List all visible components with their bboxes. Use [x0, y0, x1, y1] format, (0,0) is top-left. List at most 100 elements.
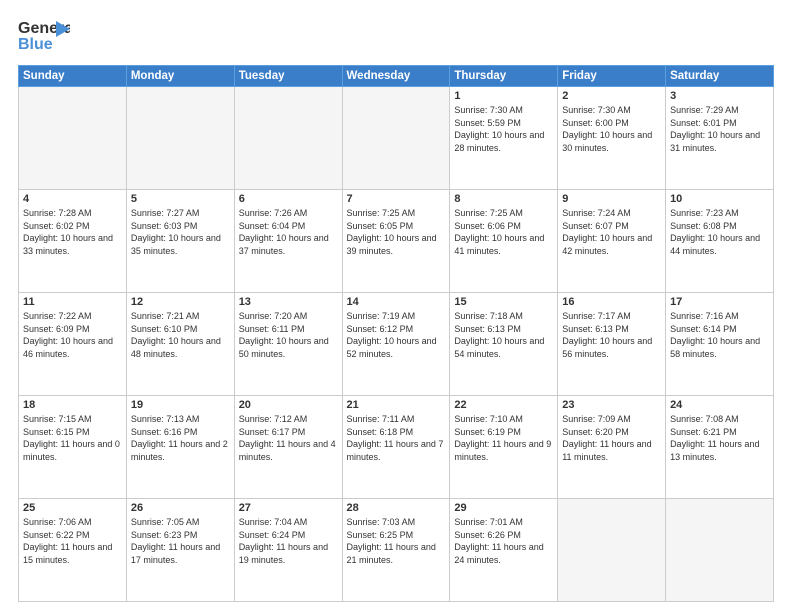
- calendar-cell: 21 Sunrise: 7:11 AM Sunset: 6:18 PM Dayli…: [342, 396, 450, 499]
- day-info: Sunrise: 7:05 AM Sunset: 6:23 PM Dayligh…: [131, 516, 230, 566]
- day-info: Sunrise: 7:15 AM Sunset: 6:15 PM Dayligh…: [23, 413, 122, 463]
- day-number: 13: [239, 296, 338, 308]
- calendar-cell: 4Sunrise: 7:28 AM Sunset: 6:02 PM Daylig…: [19, 190, 127, 293]
- day-info: Sunrise: 7:30 AM Sunset: 5:59 PM Dayligh…: [454, 104, 553, 154]
- day-header: Saturday: [666, 66, 774, 87]
- calendar-cell: [342, 87, 450, 190]
- calendar-cell: 1 Sunrise: 7:30 AM Sunset: 5:59 PM Daylig…: [450, 87, 558, 190]
- calendar-cell: 24 Sunrise: 7:08 AM Sunset: 6:21 PM Dayli…: [666, 396, 774, 499]
- day-number: 28: [347, 502, 446, 514]
- day-number: 24: [670, 399, 769, 411]
- calendar-cell: 28 Sunrise: 7:03 AM Sunset: 6:25 PM Dayli…: [342, 499, 450, 602]
- day-header: Thursday: [450, 66, 558, 87]
- day-info: Sunrise: 7:11 AM Sunset: 6:18 PM Dayligh…: [347, 413, 446, 463]
- page: General Blue SundayMondayTuesdayWednesda…: [0, 0, 792, 612]
- calendar-cell: 25 Sunrise: 7:06 AM Sunset: 6:22 PM Dayli…: [19, 499, 127, 602]
- svg-text:Blue: Blue: [18, 36, 53, 53]
- calendar-header: SundayMondayTuesdayWednesdayThursdayFrid…: [19, 66, 774, 87]
- day-number: 14: [347, 296, 446, 308]
- day-header: Friday: [558, 66, 666, 87]
- day-number: 23: [562, 399, 661, 411]
- calendar-cell: 19Sunrise: 7:13 AM Sunset: 6:16 PM Dayli…: [126, 396, 234, 499]
- calendar-cell: [126, 87, 234, 190]
- day-info: Sunrise: 7:03 AM Sunset: 6:25 PM Dayligh…: [347, 516, 446, 566]
- day-number: 22: [454, 399, 553, 411]
- calendar-cell: 9Sunrise: 7:24 AM Sunset: 6:07 PM Daylig…: [558, 190, 666, 293]
- calendar-cell: 17 Sunrise: 7:16 AM Sunset: 6:14 PM Dayli…: [666, 293, 774, 396]
- day-number: 16: [562, 296, 661, 308]
- calendar-table: SundayMondayTuesdayWednesdayThursdayFrid…: [18, 65, 774, 602]
- calendar-cell: [234, 87, 342, 190]
- day-info: Sunrise: 7:25 AM Sunset: 6:06 PM Dayligh…: [454, 207, 553, 257]
- day-number: 20: [239, 399, 338, 411]
- day-info: Sunrise: 7:01 AM Sunset: 6:26 PM Dayligh…: [454, 516, 553, 566]
- day-info: Sunrise: 7:10 AM Sunset: 6:19 PM Dayligh…: [454, 413, 553, 463]
- day-info: Sunrise: 7:24 AM Sunset: 6:07 PM Dayligh…: [562, 207, 661, 257]
- day-number: 18: [23, 399, 122, 411]
- calendar-cell: 20 Sunrise: 7:12 AM Sunset: 6:17 PM Dayli…: [234, 396, 342, 499]
- calendar-cell: 5 Sunrise: 7:27 AM Sunset: 6:03 PM Daylig…: [126, 190, 234, 293]
- calendar-cell: [558, 499, 666, 602]
- day-info: Sunrise: 7:17 AM Sunset: 6:13 PM Dayligh…: [562, 310, 661, 360]
- day-info: Sunrise: 7:26 AM Sunset: 6:04 PM Dayligh…: [239, 207, 338, 257]
- calendar-cell: 12 Sunrise: 7:21 AM Sunset: 6:10 PM Dayli…: [126, 293, 234, 396]
- day-info: Sunrise: 7:12 AM Sunset: 6:17 PM Dayligh…: [239, 413, 338, 463]
- calendar-week-row: 4Sunrise: 7:28 AM Sunset: 6:02 PM Daylig…: [19, 190, 774, 293]
- day-info: Sunrise: 7:27 AM Sunset: 6:03 PM Dayligh…: [131, 207, 230, 257]
- day-header: Monday: [126, 66, 234, 87]
- day-info: Sunrise: 7:20 AM Sunset: 6:11 PM Dayligh…: [239, 310, 338, 360]
- day-info: Sunrise: 7:19 AM Sunset: 6:12 PM Dayligh…: [347, 310, 446, 360]
- calendar-cell: [19, 87, 127, 190]
- calendar-cell: 14 Sunrise: 7:19 AM Sunset: 6:12 PM Dayli…: [342, 293, 450, 396]
- day-info: Sunrise: 7:21 AM Sunset: 6:10 PM Dayligh…: [131, 310, 230, 360]
- calendar-cell: 2 Sunrise: 7:30 AM Sunset: 6:00 PM Daylig…: [558, 87, 666, 190]
- day-info: Sunrise: 7:18 AM Sunset: 6:13 PM Dayligh…: [454, 310, 553, 360]
- day-number: 21: [347, 399, 446, 411]
- day-info: Sunrise: 7:09 AM Sunset: 6:20 PM Dayligh…: [562, 413, 661, 463]
- day-number: 2: [562, 90, 661, 102]
- calendar-cell: 8Sunrise: 7:25 AM Sunset: 6:06 PM Daylig…: [450, 190, 558, 293]
- day-number: 29: [454, 502, 553, 514]
- day-info: Sunrise: 7:28 AM Sunset: 6:02 PM Dayligh…: [23, 207, 122, 257]
- calendar-body: 1 Sunrise: 7:30 AM Sunset: 5:59 PM Daylig…: [19, 87, 774, 602]
- day-number: 15: [454, 296, 553, 308]
- calendar-cell: 18 Sunrise: 7:15 AM Sunset: 6:15 PM Dayli…: [19, 396, 127, 499]
- day-number: 25: [23, 502, 122, 514]
- day-info: Sunrise: 7:29 AM Sunset: 6:01 PM Dayligh…: [670, 104, 769, 154]
- day-number: 11: [23, 296, 122, 308]
- day-number: 17: [670, 296, 769, 308]
- calendar-cell: [666, 499, 774, 602]
- calendar-cell: 7 Sunrise: 7:25 AM Sunset: 6:05 PM Daylig…: [342, 190, 450, 293]
- day-number: 12: [131, 296, 230, 308]
- calendar-week-row: 18 Sunrise: 7:15 AM Sunset: 6:15 PM Dayli…: [19, 396, 774, 499]
- day-number: 26: [131, 502, 230, 514]
- calendar-cell: 13 Sunrise: 7:20 AM Sunset: 6:11 PM Dayli…: [234, 293, 342, 396]
- day-info: Sunrise: 7:23 AM Sunset: 6:08 PM Dayligh…: [670, 207, 769, 257]
- calendar-cell: 27 Sunrise: 7:04 AM Sunset: 6:24 PM Dayli…: [234, 499, 342, 602]
- calendar-cell: 11 Sunrise: 7:22 AM Sunset: 6:09 PM Dayli…: [19, 293, 127, 396]
- day-number: 3: [670, 90, 769, 102]
- day-number: 27: [239, 502, 338, 514]
- day-number: 7: [347, 193, 446, 205]
- day-info: Sunrise: 7:25 AM Sunset: 6:05 PM Dayligh…: [347, 207, 446, 257]
- day-number: 5: [131, 193, 230, 205]
- calendar-week-row: 11 Sunrise: 7:22 AM Sunset: 6:09 PM Dayli…: [19, 293, 774, 396]
- calendar-cell: 3 Sunrise: 7:29 AM Sunset: 6:01 PM Daylig…: [666, 87, 774, 190]
- calendar-cell: 10Sunrise: 7:23 AM Sunset: 6:08 PM Dayli…: [666, 190, 774, 293]
- day-number: 6: [239, 193, 338, 205]
- calendar-week-row: 1 Sunrise: 7:30 AM Sunset: 5:59 PM Daylig…: [19, 87, 774, 190]
- day-info: Sunrise: 7:08 AM Sunset: 6:21 PM Dayligh…: [670, 413, 769, 463]
- day-info: Sunrise: 7:22 AM Sunset: 6:09 PM Dayligh…: [23, 310, 122, 360]
- day-info: Sunrise: 7:04 AM Sunset: 6:24 PM Dayligh…: [239, 516, 338, 566]
- day-info: Sunrise: 7:16 AM Sunset: 6:14 PM Dayligh…: [670, 310, 769, 360]
- calendar-cell: 15 Sunrise: 7:18 AM Sunset: 6:13 PM Dayli…: [450, 293, 558, 396]
- logo-icon: General Blue: [18, 15, 70, 59]
- day-info: Sunrise: 7:13 AM Sunset: 6:16 PM Dayligh…: [131, 413, 230, 463]
- calendar-cell: 29 Sunrise: 7:01 AM Sunset: 6:26 PM Dayli…: [450, 499, 558, 602]
- day-header: Wednesday: [342, 66, 450, 87]
- day-info: Sunrise: 7:06 AM Sunset: 6:22 PM Dayligh…: [23, 516, 122, 566]
- calendar-week-row: 25 Sunrise: 7:06 AM Sunset: 6:22 PM Dayli…: [19, 499, 774, 602]
- header-row: SundayMondayTuesdayWednesdayThursdayFrid…: [19, 66, 774, 87]
- day-number: 1: [454, 90, 553, 102]
- day-info: Sunrise: 7:30 AM Sunset: 6:00 PM Dayligh…: [562, 104, 661, 154]
